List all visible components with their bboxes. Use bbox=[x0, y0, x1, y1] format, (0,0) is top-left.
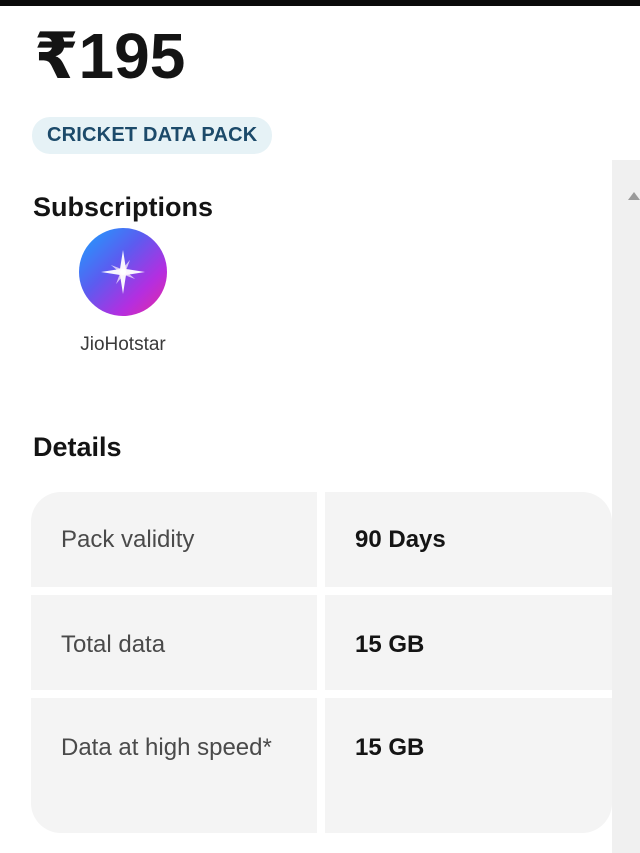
pack-details-page: ₹195 CRICKET DATA PACK Subscriptions Jio… bbox=[0, 0, 640, 853]
total-data-label: Total data bbox=[31, 595, 317, 690]
details-heading: Details bbox=[33, 432, 122, 462]
pack-validity-value: 90 Days bbox=[325, 492, 612, 587]
pack-category-badge: CRICKET DATA PACK bbox=[32, 117, 273, 154]
table-row: Data at high speed* 15 GB bbox=[31, 698, 612, 833]
subscription-item-jiohotstar[interactable]: JioHotstar bbox=[56, 228, 190, 356]
top-bar bbox=[0, 0, 640, 6]
details-table: Pack validity 90 Days Total data 15 GB D… bbox=[31, 492, 612, 833]
pack-price: ₹195 bbox=[34, 20, 186, 92]
scrollbar[interactable] bbox=[612, 160, 640, 853]
high-speed-data-label: Data at high speed* bbox=[31, 698, 317, 833]
jiohotstar-logo-icon bbox=[79, 228, 167, 316]
scroll-up-arrow-icon[interactable] bbox=[628, 192, 640, 200]
total-data-value: 15 GB bbox=[325, 595, 612, 690]
subscriptions-heading: Subscriptions bbox=[33, 192, 214, 222]
table-row: Total data 15 GB bbox=[31, 595, 612, 690]
subscription-label: JioHotstar bbox=[80, 334, 166, 355]
pack-validity-label: Pack validity bbox=[31, 492, 317, 587]
high-speed-data-value: 15 GB bbox=[325, 698, 612, 833]
table-row: Pack validity 90 Days bbox=[31, 492, 612, 587]
